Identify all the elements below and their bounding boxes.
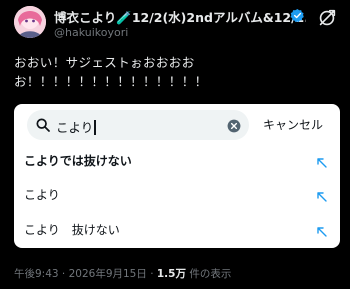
author-handle[interactable]: @hakuikoyori [54,26,128,39]
view-count: 1.5万 [156,268,186,280]
view-count-label: 件の表示 [185,268,232,280]
author-name-row[interactable]: 博衣こより🧪12/2(水)2ndアルバム&12/2... [54,7,306,25]
tweet-timestamp[interactable]: 午後9:43 · 2026年9月15日 · [14,268,157,280]
tweet-text: おおい！サジェストぉおおおお お！！！！！！！！！！！！！！ [14,53,340,91]
more-options-icon[interactable] [316,7,338,29]
search-query-text[interactable]: こより [56,117,96,136]
tweet-text-line-2: お！！！！！！！！！！！！！！ [14,74,208,89]
text-caret [94,120,96,135]
avatar[interactable] [14,6,46,38]
suggestion-item[interactable]: こより 抜けない [14,212,340,246]
suggestion-label: こより 抜けない [24,223,120,237]
suggestion-item[interactable]: こよりでは抜けない [14,143,340,177]
suggestion-arrow-icon[interactable] [316,154,328,168]
suggestion-label: こより [24,188,60,202]
suggestion-arrow-icon[interactable] [316,223,328,237]
suggestion-item[interactable]: こより [14,177,340,211]
search-icon [35,117,51,133]
tweet-header: 博衣こより🧪12/2(水)2ndアルバム&12/2... @hakuikoyor… [14,6,340,42]
search-suggestion-panel: こより キャンセル こよりでは抜けない こより こより 抜けない [14,104,340,248]
tweet-metadata: 午後9:43 · 2026年9月15日 · 1.5万 件の表示 [14,266,231,281]
verified-badge-icon [290,8,305,27]
cancel-button[interactable]: キャンセル [263,116,323,133]
suggestion-arrow-icon[interactable] [316,188,328,202]
suggestion-label: こよりでは抜けない [24,154,132,168]
search-input[interactable]: こより [27,110,249,140]
author-display-name[interactable]: 博衣こより🧪12/2(水)2ndアルバム&12/2... [54,10,306,25]
tweet-text-line-1: おおい！サジェストぉおおおお [14,55,195,70]
clear-icon[interactable] [227,118,241,133]
